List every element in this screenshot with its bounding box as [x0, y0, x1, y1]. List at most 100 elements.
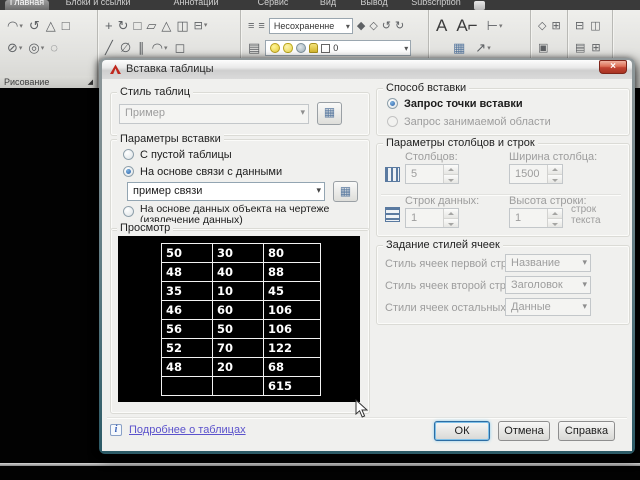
copy-icon[interactable]: □: [134, 19, 142, 33]
join-icon[interactable]: ◻: [175, 41, 186, 55]
chevron-down-icon: ▾: [582, 301, 587, 312]
layer-unisolate-icon[interactable]: ◇: [369, 19, 377, 33]
array-icon[interactable]: ⊟: [194, 19, 208, 33]
ribbon-extra-icon[interactable]: [474, 1, 485, 10]
cancel-button[interactable]: Отмена: [498, 421, 550, 441]
layer-state-dropdown[interactable]: Несохраненне ▾: [269, 18, 353, 34]
viewport-split-icon[interactable]: ◫: [590, 19, 600, 33]
tab-view-label: Вид: [312, 0, 344, 7]
viewport-single-icon[interactable]: ⊟: [575, 19, 584, 33]
preview-cell: 80: [264, 244, 321, 263]
fillet-icon[interactable]: ◠: [152, 41, 168, 56]
spin-up-icon: [444, 209, 458, 219]
spin-down-icon: [548, 175, 562, 184]
radio-window: [387, 116, 398, 127]
dimension-icon[interactable]: ⊢: [487, 19, 503, 34]
preview-cell: 615: [264, 377, 321, 396]
status-bar-edge: [0, 463, 640, 466]
launch-table-style-dialog-button[interactable]: ▦: [317, 102, 342, 125]
layer-state-value: Несохраненне: [274, 21, 334, 31]
table-icon[interactable]: ▦: [453, 41, 465, 55]
data-link-manager-button[interactable]: ▦: [333, 181, 358, 202]
tab-subscription[interactable]: Subscription: [404, 0, 468, 10]
row-height-value: 1: [510, 209, 547, 227]
tab-tools[interactable]: Сервис: [248, 0, 298, 10]
radio-object-data-label: На основе данных объекта на чертеже (изв…: [140, 204, 368, 226]
trim-icon[interactable]: ∥: [138, 41, 145, 55]
multileader-icon[interactable]: ↗: [475, 41, 490, 56]
draw-panel-title[interactable]: Рисование ◢: [0, 76, 97, 88]
current-layer-name: 0: [333, 43, 338, 53]
mirror-icon[interactable]: △: [161, 19, 171, 33]
radio-insertion-point[interactable]: [387, 98, 398, 109]
data-link-select[interactable]: пример связи ▾: [127, 182, 325, 201]
rectangle-icon[interactable]: □: [62, 19, 70, 33]
layer-state-icon[interactable]: ≡: [248, 19, 254, 33]
spline-icon[interactable]: ↺: [29, 19, 40, 33]
tab-output[interactable]: Вывод: [352, 0, 396, 10]
ok-button[interactable]: ОК: [434, 421, 490, 441]
layer-state-save-icon[interactable]: ≡: [258, 19, 264, 33]
tab-home-label: Главная: [5, 0, 49, 7]
chevron-down-icon: ▾: [316, 185, 321, 196]
preview-cell: 40: [213, 263, 264, 282]
preview-row: 484088: [162, 263, 321, 282]
other-rows-style-value: Данные: [511, 301, 551, 313]
mtext-icon[interactable]: A: [436, 19, 447, 33]
tab-view[interactable]: Вид: [312, 0, 344, 10]
radio-data-link-label: На основе связи с данными: [140, 166, 282, 178]
tab-home[interactable]: Главная: [5, 0, 49, 10]
layer-dropdown[interactable]: 0 ▾: [265, 40, 411, 56]
erase-icon[interactable]: ╱: [105, 41, 113, 55]
columns-stepper: 5: [405, 164, 459, 184]
dialog-body: Стиль таблиц Пример ▾ ▦ Параметры вставк…: [102, 79, 632, 451]
chevron-down-icon: ▾: [343, 22, 350, 31]
text-style-icon[interactable]: A⌐: [456, 19, 477, 33]
dialog-titlebar[interactable]: Вставка таблицы ×: [102, 60, 632, 79]
radio-empty-table-label: С пустой таблицы: [140, 149, 232, 161]
layer-vp-icon: [296, 43, 306, 53]
scale-icon[interactable]: ▱: [146, 19, 156, 33]
radio-object-data[interactable]: [123, 206, 134, 217]
learn-about-tables-link[interactable]: Подробнее о таблицах: [129, 424, 246, 436]
preview-cell: 35: [162, 282, 213, 301]
viewport-stack-icon[interactable]: ▤: [575, 41, 585, 55]
table-style-edit-icon: ▦: [324, 105, 335, 119]
table-style-value: Пример: [125, 107, 165, 119]
group-insert-options: Параметры вставки С пустой таблицы На ос…: [110, 139, 370, 231]
second-row-style-value: Заголовок: [511, 279, 563, 291]
columns-label: Столбцов:: [405, 151, 458, 163]
preview-cell: 20: [213, 358, 264, 377]
rotate-icon[interactable]: ↻: [118, 19, 129, 33]
circle-icon[interactable]: ⊘: [7, 41, 22, 56]
layer-freeze-icon[interactable]: ↺: [382, 19, 391, 33]
group-columns-rows-label: Параметры столбцов и строк: [383, 137, 538, 149]
explode-icon[interactable]: ∅: [120, 41, 131, 55]
stretch-icon[interactable]: ◫: [176, 19, 188, 33]
autocad-window: Главная Блоки и ссылки Аннотации Сервис …: [0, 0, 640, 480]
dialog-title: Вставка таблицы: [126, 63, 214, 75]
block-editor-icon[interactable]: ▣: [538, 41, 548, 55]
tab-blocks-references[interactable]: Блоки и ссылки: [56, 0, 140, 10]
column-width-stepper: 1500: [509, 164, 563, 184]
radio-data-link[interactable]: [123, 166, 134, 177]
help-button[interactable]: Справка: [558, 421, 615, 441]
tab-blocks-label: Блоки и ссылки: [56, 0, 140, 7]
tab-annotations[interactable]: Аннотации: [163, 0, 229, 10]
revision-cloud-icon[interactable]: ◌: [50, 41, 58, 55]
preview-table: 5030804840883510454660106565010652701224…: [161, 243, 321, 396]
layer-isolate-icon[interactable]: ◆: [357, 19, 365, 33]
create-block-icon[interactable]: ⊞: [551, 19, 560, 33]
arc-icon[interactable]: ◠: [7, 19, 23, 34]
layer-off-icon[interactable]: ↻: [395, 19, 404, 33]
layer-properties-icon[interactable]: ▤: [248, 41, 260, 55]
columns-value: 5: [406, 165, 443, 183]
ellipse-icon[interactable]: ◎: [28, 41, 44, 56]
insert-block-icon[interactable]: ◇: [538, 19, 546, 33]
close-icon[interactable]: ×: [599, 60, 627, 74]
move-icon[interactable]: +: [105, 19, 113, 33]
polygon-icon[interactable]: △: [46, 19, 56, 33]
radio-empty-table[interactable]: [123, 149, 134, 160]
column-width-value: 1500: [510, 165, 547, 183]
viewport-grid-icon[interactable]: ⊞: [591, 41, 600, 55]
